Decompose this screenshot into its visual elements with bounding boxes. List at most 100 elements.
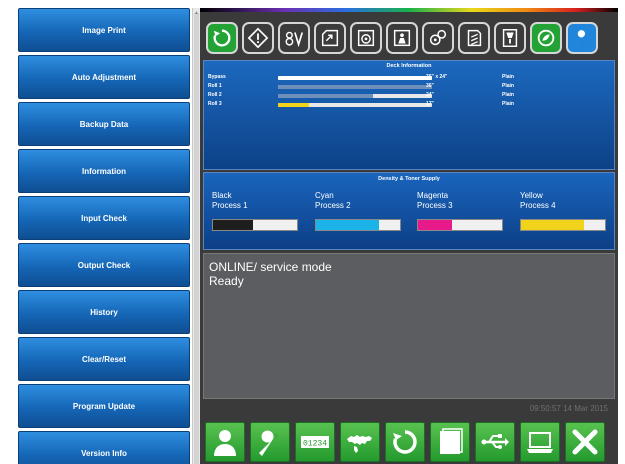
deck-name: Roll 3 — [208, 101, 222, 107]
voltage-icon[interactable] — [278, 22, 310, 54]
top-icon-bar — [206, 22, 606, 54]
menu-image-print[interactable]: Image Print — [18, 8, 190, 52]
service-button[interactable] — [250, 422, 290, 462]
toner-icon[interactable] — [386, 22, 418, 54]
deck-paper-type: Plain — [502, 83, 514, 89]
close-icon — [572, 429, 598, 455]
deck-size: 24" — [426, 92, 434, 98]
deck-level-fill — [278, 94, 374, 98]
deck-name: Roll 1 — [208, 83, 222, 89]
exit-button[interactable] — [565, 422, 605, 462]
color-strip — [200, 8, 618, 12]
toner-color-name: Cyan — [315, 191, 334, 200]
deck-paper-type: Plain — [502, 101, 514, 107]
deck-size: 17" — [426, 101, 434, 107]
sidebar-scrollbar[interactable]: ▲ — [192, 8, 200, 464]
toner-color-name: Black — [212, 191, 232, 200]
service-menu: Image Print Auto Adjustment Backup Data … — [18, 8, 194, 464]
usb-button[interactable] — [475, 422, 515, 462]
menu-version-info[interactable]: Version Info — [18, 431, 190, 464]
toner-supply-title: Density & Toner Supply — [378, 176, 440, 182]
toner-black: Black Process 1 — [212, 191, 302, 237]
toner-magenta: Magenta Process 3 — [417, 191, 507, 237]
toner-level — [213, 220, 254, 230]
toner-process: Process 3 — [417, 201, 453, 210]
menu-backup-data[interactable]: Backup Data — [18, 102, 190, 146]
toner-process: Process 2 — [315, 201, 351, 210]
wrench-icon[interactable] — [566, 22, 598, 54]
toner-yellow: Yellow Process 4 — [520, 191, 610, 237]
toner-supply-panel: Density & Toner Supply Black Process 1 C… — [203, 172, 615, 250]
deck-information-title: Deck Information — [386, 63, 432, 69]
world-map-icon — [347, 435, 372, 453]
toner-process: Process 1 — [212, 201, 248, 210]
toner-color-name: Magenta — [417, 191, 449, 200]
deck-paper-type: Plain — [502, 92, 514, 98]
deck-level-fill — [278, 76, 432, 80]
wrench-icon — [259, 430, 279, 456]
deck-size: 36" x 24" — [426, 74, 448, 80]
deck-row-roll-1: Roll 1 36" Plain — [204, 83, 614, 91]
deck-level-fill — [278, 85, 432, 89]
toner-meter — [212, 219, 298, 231]
menu-input-check[interactable]: Input Check — [18, 196, 190, 240]
menu-output-check[interactable]: Output Check — [18, 243, 190, 287]
status-line-mode: ONLINE/ service mode — [209, 260, 332, 274]
laptop-icon — [527, 432, 553, 453]
paper-button[interactable] — [430, 422, 470, 462]
deck-level-fill — [278, 103, 309, 107]
deck-row-roll-2: Roll 2 24" Plain — [204, 92, 614, 100]
toner-meter — [417, 219, 503, 231]
pc-connection-button[interactable] — [520, 422, 560, 462]
usb-icon — [481, 434, 509, 449]
drum-icon[interactable] — [350, 22, 382, 54]
bottom-toolbar: 01234 — [203, 422, 617, 464]
deck-level-bar — [278, 76, 432, 80]
deck-level-bar — [278, 94, 432, 98]
menu-clear-reset[interactable]: Clear/Reset — [18, 337, 190, 381]
paper-feed-icon[interactable] — [314, 22, 346, 54]
user-icon — [214, 430, 236, 456]
paper-icon — [440, 428, 463, 454]
toner-level — [316, 220, 379, 230]
region-button[interactable] — [340, 422, 380, 462]
deck-level-bar — [278, 85, 432, 89]
eco-icon[interactable] — [530, 22, 562, 54]
timestamp: 09:50:57 14 Mar 2015 — [529, 404, 608, 413]
deck-information-panel: Deck Information Bypass 36" x 24" Plain … — [203, 60, 615, 170]
paper-stack-icon[interactable] — [458, 22, 490, 54]
deck-level-bar — [278, 103, 432, 107]
status-line-ready: Ready — [209, 274, 244, 288]
scroll-up-icon[interactable]: ▲ — [194, 10, 199, 16]
toner-process: Process 4 — [520, 201, 556, 210]
counter-text: 01234 — [303, 440, 327, 449]
color-palette-icon[interactable] — [422, 22, 454, 54]
deck-name: Bypass — [208, 74, 226, 80]
toner-meter — [315, 219, 401, 231]
toner-meter — [520, 219, 606, 231]
toner-level — [418, 220, 452, 230]
toner-color-name: Yellow — [520, 191, 543, 200]
counter-icon: 01234 — [301, 436, 329, 449]
deck-paper-type: Plain — [502, 74, 514, 80]
finisher-icon[interactable] — [494, 22, 526, 54]
status-message-box: ONLINE/ service mode Ready — [203, 253, 615, 399]
main-panel: Deck Information Bypass 36" x 24" Plain … — [200, 8, 618, 464]
warning-icon[interactable] — [242, 22, 274, 54]
refresh-icon — [393, 430, 417, 454]
menu-program-update[interactable]: Program Update — [18, 384, 190, 428]
toner-cyan: Cyan Process 2 — [315, 191, 405, 237]
menu-history[interactable]: History — [18, 290, 190, 334]
refresh-icon[interactable] — [206, 22, 238, 54]
deck-name: Roll 2 — [208, 92, 222, 98]
counter-button[interactable]: 01234 — [295, 422, 335, 462]
toner-level — [521, 220, 584, 230]
reset-button[interactable] — [385, 422, 425, 462]
deck-row-roll-3: Roll 3 17" Plain — [204, 101, 614, 109]
scroll-thumb[interactable] — [194, 13, 199, 464]
user-button[interactable] — [205, 422, 245, 462]
deck-size: 36" — [426, 83, 434, 89]
deck-row-bypass: Bypass 36" x 24" Plain — [204, 74, 614, 82]
menu-auto-adjustment[interactable]: Auto Adjustment — [18, 55, 190, 99]
menu-information[interactable]: Information — [18, 149, 190, 193]
